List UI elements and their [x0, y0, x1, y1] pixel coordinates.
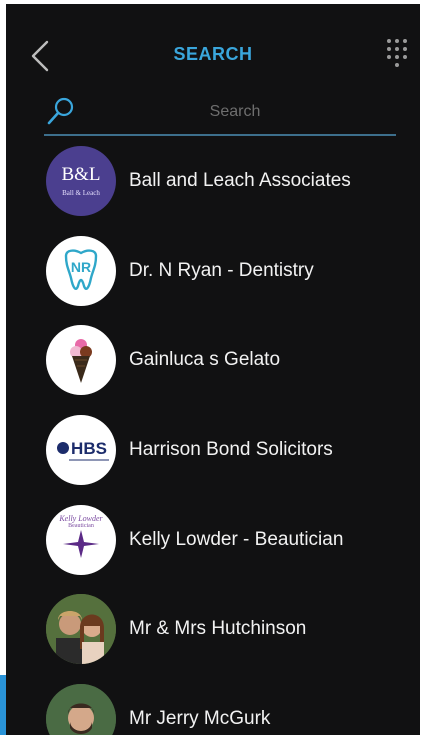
list-item[interactable]: Gainluca s Gelato	[6, 315, 420, 405]
avatar: NR	[46, 235, 116, 306]
logo-subtext: Ball & Leach	[62, 188, 100, 197]
item-label: Gainluca s Gelato	[129, 349, 281, 371]
tooth-logo-icon: NR	[64, 248, 98, 290]
avatar	[46, 325, 116, 396]
results-list: B&L Ball & Leach Ball and Leach Associat…	[6, 136, 420, 735]
list-item[interactable]: Kelly Lowder Beautician Kelly Lowder - B…	[6, 495, 420, 585]
item-label: Dr. N Ryan - Dentistry	[129, 259, 314, 281]
hbs-logo-icon: HBS	[57, 439, 109, 461]
avatar	[46, 683, 116, 735]
couple-photo	[46, 594, 116, 665]
edge-accent	[0, 675, 6, 735]
menu-grid-button[interactable]	[384, 36, 414, 72]
avatar: B&L Ball & Leach	[46, 145, 116, 216]
item-label: Ball and Leach Associates	[129, 169, 351, 191]
item-label: Mr Jerry McGurk	[129, 707, 271, 729]
list-item[interactable]: NR Dr. N Ryan - Dentistry	[6, 226, 420, 316]
item-label: Harrison Bond Solicitors	[129, 438, 333, 460]
list-item[interactable]: HBS Harrison Bond Solicitors	[6, 405, 420, 495]
svg-text:HBS: HBS	[71, 439, 107, 458]
man-photo	[46, 683, 116, 735]
logo-text: B&L	[61, 163, 101, 185]
svg-text:NR: NR	[71, 259, 91, 275]
search-icon[interactable]	[46, 96, 76, 126]
avatar: HBS	[46, 414, 116, 485]
item-label: Mr & Mrs Hutchinson	[129, 618, 307, 640]
ice-cream-icon	[70, 339, 92, 384]
item-label: Kelly Lowder - Beautician	[129, 528, 344, 550]
avatar: Kelly Lowder Beautician	[46, 504, 116, 575]
search-input[interactable]	[78, 96, 392, 128]
logo-text: Kelly Lowder	[59, 514, 103, 524]
list-item[interactable]: Mr & Mrs Hutchinson	[6, 584, 420, 674]
page-title: SEARCH	[173, 44, 253, 64]
list-item[interactable]: B&L Ball & Leach Ball and Leach Associat…	[6, 136, 420, 226]
list-item[interactable]: Mr Jerry McGurk	[6, 674, 420, 735]
grid-dots-icon	[387, 39, 407, 67]
search-bar	[44, 90, 396, 136]
star-logo-icon	[63, 530, 99, 559]
search-screen: SEARCH B&L Ball & Leach Ball	[6, 4, 420, 735]
avatar	[46, 594, 116, 665]
header: SEARCH	[6, 4, 420, 94]
